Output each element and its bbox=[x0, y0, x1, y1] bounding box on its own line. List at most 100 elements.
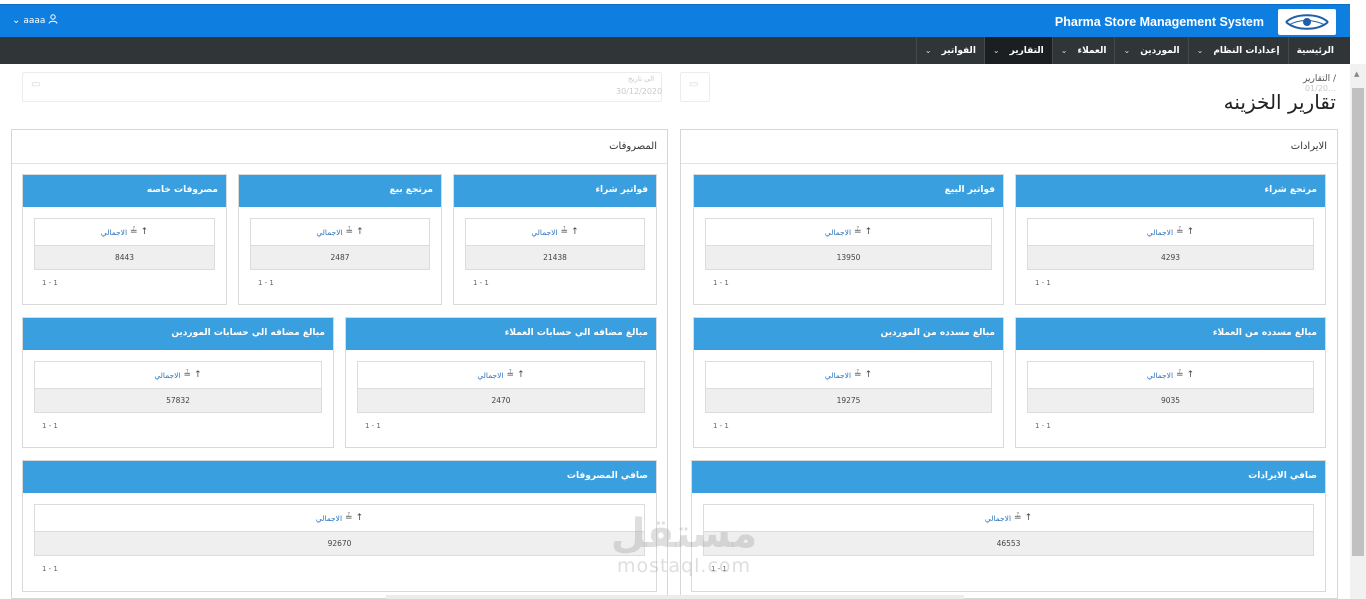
table-header-total[interactable]: الاجمالي ≟ ↑ bbox=[35, 505, 644, 532]
column-header-label[interactable]: الاجمالي bbox=[101, 228, 127, 237]
nav-item-label: الرئيسية bbox=[1296, 45, 1334, 56]
column-header-label[interactable]: الاجمالي bbox=[825, 228, 851, 237]
table-row: 9035 bbox=[1028, 389, 1313, 412]
sort-icon[interactable]: ≟ bbox=[507, 370, 515, 380]
card-header: مبالغ مسدده من الموردين bbox=[694, 318, 1003, 350]
sort-arrow-up-icon[interactable]: ↑ bbox=[571, 227, 579, 237]
column-header-label[interactable]: الاجمالي bbox=[1147, 371, 1173, 380]
sort-icon[interactable]: ≟ bbox=[1176, 227, 1184, 237]
card-header: مرتجع بيع bbox=[239, 175, 441, 207]
nav-item-invoices[interactable]: الفواتير ⌄ bbox=[915, 37, 984, 64]
sort-icon[interactable]: ≟ bbox=[184, 370, 192, 380]
column-header-label[interactable]: الاجمالي bbox=[531, 228, 557, 237]
table-header-total[interactable]: الاجمالي ≟ ↑ bbox=[706, 219, 991, 246]
report-table: الاجمالي ≟ ↑ 46553 bbox=[703, 504, 1314, 556]
pagination-info: 1 - 1 bbox=[42, 279, 58, 287]
table-header-total[interactable]: الاجمالي ≟ ↑ bbox=[251, 219, 429, 246]
sort-arrow-up-icon[interactable]: ↑ bbox=[141, 227, 149, 237]
column-header-label[interactable]: الاجمالي bbox=[477, 371, 503, 380]
card-sales-returns: مرتجع بيع الاجمالي ≟ ↑ 2487 1 - 1 bbox=[238, 174, 442, 305]
table-header-total[interactable]: الاجمالي ≟ ↑ bbox=[706, 362, 991, 389]
sort-icon[interactable]: ≟ bbox=[1176, 370, 1184, 380]
column-header-label[interactable]: الاجمالي bbox=[825, 371, 851, 380]
sort-arrow-up-icon[interactable]: ↑ bbox=[517, 370, 525, 380]
horizontal-scrollbar[interactable] bbox=[386, 595, 964, 599]
table-row: 4293 bbox=[1028, 246, 1313, 269]
pagination-info: 1 - 1 bbox=[473, 279, 489, 287]
report-table: الاجمالي ≟ ↑ 57832 bbox=[34, 361, 322, 413]
card-title: مرتجع شراء bbox=[1264, 185, 1317, 195]
card-header: مبالغ مسدده من العملاء bbox=[1016, 318, 1325, 350]
user-menu[interactable]: ⌄ aaaa bbox=[12, 14, 58, 27]
sort-icon[interactable]: ≟ bbox=[1014, 513, 1022, 523]
panel-header: المصروفات bbox=[12, 130, 667, 164]
sort-icon[interactable]: ≟ bbox=[345, 513, 353, 523]
sort-arrow-up-icon[interactable]: ↑ bbox=[1187, 370, 1195, 380]
table-cell-value: 4293 bbox=[1160, 253, 1181, 262]
scrollbar-thumb[interactable] bbox=[1352, 88, 1364, 556]
card-header: مرتجع شراء bbox=[1016, 175, 1325, 207]
table-header-total[interactable]: الاجمالي ≟ ↑ bbox=[358, 362, 644, 389]
nav-item-reports[interactable]: التقارير ⌄ bbox=[983, 37, 1052, 64]
column-header-label[interactable]: الاجمالي bbox=[316, 514, 342, 523]
main-nav: الرئيسية إعدادات النظام ⌄ الموردين ⌄ الع… bbox=[0, 37, 1350, 64]
table-row: 57832 bbox=[35, 389, 321, 412]
sort-icon[interactable]: ≟ bbox=[130, 227, 138, 237]
table-cell-value: 13950 bbox=[836, 253, 861, 262]
table-header-total[interactable]: الاجمالي ≟ ↑ bbox=[1028, 219, 1313, 246]
sort-icon[interactable]: ≟ bbox=[854, 370, 862, 380]
sort-arrow-up-icon[interactable]: ↑ bbox=[194, 370, 202, 380]
sort-arrow-up-icon[interactable]: ↑ bbox=[356, 227, 364, 237]
report-table: الاجمالي ≟ ↑ 21438 bbox=[465, 218, 645, 270]
card-title: فواتير شراء bbox=[595, 185, 648, 195]
breadcrumb[interactable]: التقارير / bbox=[1303, 74, 1336, 84]
nav-item-home[interactable]: الرئيسية bbox=[1287, 37, 1342, 64]
sort-icon[interactable]: ≟ bbox=[561, 227, 569, 237]
table-cell-value: 8443 bbox=[114, 253, 135, 262]
to-date-input[interactable] bbox=[22, 72, 662, 102]
pagination-info: 1 - 1 bbox=[258, 279, 274, 287]
pagination-info: 1 - 1 bbox=[711, 565, 727, 573]
table-header-total[interactable]: الاجمالي ≟ ↑ bbox=[35, 219, 214, 246]
sort-arrow-up-icon[interactable]: ↑ bbox=[865, 370, 873, 380]
column-header-label[interactable]: الاجمالي bbox=[985, 514, 1011, 523]
panel-title: الايرادات bbox=[1290, 141, 1327, 152]
table-header-total[interactable]: الاجمالي ≟ ↑ bbox=[704, 505, 1313, 532]
nav-item-suppliers[interactable]: الموردين ⌄ bbox=[1114, 37, 1187, 64]
sort-arrow-up-icon[interactable]: ↑ bbox=[356, 513, 364, 523]
card-purchase-invoices: فواتير شراء الاجمالي ≟ ↑ 21438 1 - 1 bbox=[453, 174, 657, 305]
pagination-info: 1 - 1 bbox=[1035, 279, 1051, 287]
calendar-icon: ▭ bbox=[31, 79, 41, 90]
table-row: 19275 bbox=[706, 389, 991, 412]
column-header-label[interactable]: الاجمالي bbox=[1147, 228, 1173, 237]
to-date-label: الى تاريخ bbox=[628, 75, 655, 83]
sort-arrow-up-icon[interactable]: ↑ bbox=[1025, 513, 1033, 523]
column-header-label[interactable]: الاجمالي bbox=[154, 371, 180, 380]
table-row: 2487 bbox=[251, 246, 429, 269]
logo[interactable] bbox=[1278, 9, 1336, 35]
card-header: مصروفات خاصه bbox=[23, 175, 226, 207]
column-header-label[interactable]: الاجمالي bbox=[316, 228, 342, 237]
nav-item-label: التقارير bbox=[1009, 45, 1044, 56]
table-header-total[interactable]: الاجمالي ≟ ↑ bbox=[466, 219, 644, 246]
scroll-up-arrow-icon[interactable]: ▲ bbox=[1354, 70, 1359, 78]
nav-item-customers[interactable]: العملاء ⌄ bbox=[1051, 37, 1115, 64]
nav-item-label: إعدادات النظام bbox=[1213, 45, 1280, 56]
sort-icon[interactable]: ≟ bbox=[346, 227, 354, 237]
card-title: صافي المصروفات bbox=[566, 471, 648, 481]
card-title: مبالغ مضافه الي حسابات العملاء bbox=[504, 328, 648, 338]
sort-arrow-up-icon[interactable]: ↑ bbox=[1187, 227, 1195, 237]
card-header: فواتير البيع bbox=[694, 175, 1003, 207]
calendar-icon: ▭ bbox=[689, 79, 699, 90]
report-table: الاجمالي ≟ ↑ 19275 bbox=[705, 361, 992, 413]
nav-item-system-settings[interactable]: إعدادات النظام ⌄ bbox=[1187, 37, 1288, 64]
panel-header: الايرادات bbox=[681, 130, 1337, 164]
sort-arrow-up-icon[interactable]: ↑ bbox=[865, 227, 873, 237]
table-row: 2470 bbox=[358, 389, 644, 412]
table-header-total[interactable]: الاجمالي ≟ ↑ bbox=[1028, 362, 1313, 389]
top-bar: ⌄ aaaa Pharma Store Management System bbox=[0, 4, 1350, 37]
table-header-total[interactable]: الاجمالي ≟ ↑ bbox=[35, 362, 321, 389]
pagination-info: 1 - 1 bbox=[713, 422, 729, 430]
table-cell-value: 9035 bbox=[1160, 396, 1181, 405]
sort-icon[interactable]: ≟ bbox=[854, 227, 862, 237]
